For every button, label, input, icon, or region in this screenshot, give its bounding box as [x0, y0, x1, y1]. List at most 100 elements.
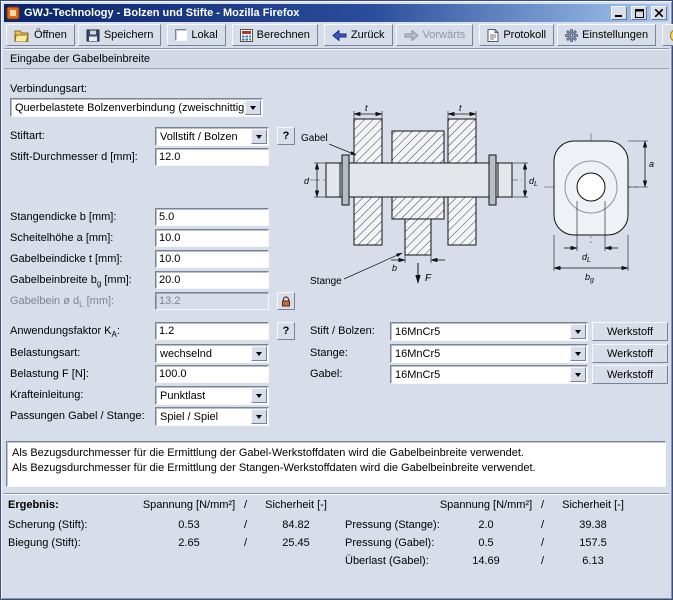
stift-durchmesser-input[interactable]	[155, 148, 269, 166]
material-stange-value: 16MnCr5	[391, 348, 570, 360]
material-gabel-select[interactable]: 16MnCr5	[390, 365, 588, 384]
stiftart-help-button[interactable]: ?	[277, 127, 295, 145]
open-label: Öffnen	[34, 29, 67, 41]
material-stange-select[interactable]: 16MnCr5	[390, 344, 588, 363]
stift-durchmesser-label: Stift-Durchmesser d [mm]:	[10, 151, 138, 163]
dim-label-dl: dL	[529, 176, 538, 188]
material-gabel-label: Gabel:	[310, 368, 342, 380]
result-row-sep: /	[244, 537, 247, 549]
belastungsart-select[interactable]: wechselnd	[155, 344, 269, 363]
local-label: Lokal	[191, 29, 217, 41]
toolbar: Öffnen Speichern Lokal Berechnen	[4, 22, 669, 49]
results-col-spannung-left: Spannung [N/mm²]	[139, 499, 239, 511]
checkbox-icon[interactable]	[175, 29, 187, 41]
maximize-button[interactable]	[631, 6, 647, 20]
gabelbeindicke-input[interactable]	[155, 250, 269, 268]
minimize-button[interactable]	[611, 6, 627, 20]
document-icon	[487, 29, 499, 42]
result-row-spannung: 2.0	[446, 519, 526, 531]
result-row-spannung: 14.69	[446, 555, 526, 567]
chevron-down-icon[interactable]	[570, 324, 586, 339]
gabelbeinbreite-label: Gabelbeinbreite bg [mm]:	[10, 274, 132, 288]
results-col-sicherheit-left: Sicherheit [-]	[256, 499, 336, 511]
material-gabel-value: 16MnCr5	[391, 369, 570, 381]
stiftart-select[interactable]: Vollstift / Bolzen	[155, 127, 269, 146]
calculate-button[interactable]: Berechnen	[232, 24, 318, 46]
open-button[interactable]: Öffnen	[6, 24, 75, 46]
chevron-down-icon[interactable]	[245, 100, 261, 115]
anwendungsfaktor-help-button[interactable]: ?	[277, 322, 295, 340]
belastungsart-value: wechselnd	[156, 348, 251, 360]
info-box: Als Bezugsdurchmesser für die Ermittlung…	[6, 441, 666, 487]
result-row-sep: /	[541, 555, 544, 567]
settings-button[interactable]: Einstellungen	[557, 24, 656, 46]
technical-drawing: F t t d dL b	[296, 103, 671, 315]
chevron-down-icon[interactable]	[251, 409, 267, 424]
stange-part-label: Stange	[310, 276, 342, 287]
save-label: Speichern	[104, 29, 154, 41]
werkstoff-stange-button[interactable]: Werkstoff	[592, 344, 668, 363]
lock-icon	[281, 296, 291, 307]
protocol-label: Protokoll	[503, 29, 546, 41]
gabel-part-label: Gabel	[301, 133, 328, 144]
result-row-label: Überlast (Gabel):	[345, 555, 429, 567]
result-row-sicherheit: 84.82	[256, 519, 336, 531]
results-col-sep-left: /	[244, 499, 247, 511]
passungen-label: Passungen Gabel / Stange:	[10, 410, 145, 422]
chevron-down-icon[interactable]	[251, 346, 267, 361]
chevron-down-icon[interactable]	[251, 129, 267, 144]
local-checkbox[interactable]: Lokal	[167, 24, 225, 46]
passungen-select[interactable]: Spiel / Spiel	[155, 407, 269, 426]
results-col-sep-right: /	[541, 499, 544, 511]
dim-label-f: F	[425, 273, 432, 284]
material-stift-value: 16MnCr5	[391, 326, 570, 338]
gabelbeinbreite-input[interactable]	[155, 271, 269, 289]
page-title: Eingabe der Gabelbeinbreite	[4, 49, 669, 69]
info-line-2: Als Bezugsdurchmesser für die Ermittlung…	[12, 461, 660, 476]
result-row-sicherheit: 39.38	[553, 519, 633, 531]
gabelbein-d-input	[155, 292, 269, 310]
werkstoff-stift-button[interactable]: Werkstoff	[592, 322, 668, 341]
back-label: Zurück	[351, 29, 385, 41]
result-row-sicherheit: 157.5	[553, 537, 633, 549]
material-stift-select[interactable]: 16MnCr5	[390, 322, 588, 341]
chevron-down-icon[interactable]	[570, 367, 586, 382]
dim-label-a: a	[649, 159, 654, 169]
app-window: GWJ-Technology - Bolzen und Stifte - Moz…	[0, 0, 673, 600]
stangendicke-input[interactable]	[155, 208, 269, 226]
passungen-value: Spiel / Spiel	[156, 411, 251, 423]
help-button[interactable]: ? Hilfe	[662, 24, 673, 46]
main-content: Verbindungsart: Querbelastete Bolzenverb…	[4, 69, 669, 593]
result-row-sep: /	[541, 537, 544, 549]
forward-button[interactable]: Vorwärts	[396, 24, 474, 46]
krafteinleitung-select[interactable]: Punktlast	[155, 386, 269, 405]
lock-button[interactable]	[277, 292, 295, 310]
window-title: GWJ-Technology - Bolzen und Stifte - Moz…	[24, 7, 607, 19]
forward-label: Vorwärts	[423, 29, 466, 41]
title-bar: GWJ-Technology - Bolzen und Stifte - Moz…	[4, 4, 669, 22]
results-divider	[4, 493, 669, 495]
verbindungsart-select[interactable]: Querbelastete Bolzenverbindung (zweischn…	[10, 98, 263, 117]
back-button[interactable]: Zurück	[324, 24, 393, 46]
material-stange-label: Stange:	[310, 347, 348, 359]
close-button[interactable]	[651, 6, 667, 20]
scheitelhoehe-input[interactable]	[155, 229, 269, 247]
open-folder-icon	[14, 29, 30, 42]
belastung-input[interactable]	[155, 365, 269, 383]
protocol-button[interactable]: Protokoll	[479, 24, 554, 46]
result-row-spannung: 0.5	[446, 537, 526, 549]
back-arrow-icon	[332, 30, 347, 41]
werkstoff-gabel-button[interactable]: Werkstoff	[592, 365, 668, 384]
chevron-down-icon[interactable]	[251, 388, 267, 403]
results-title: Ergebnis:	[8, 499, 59, 511]
result-row-spannung: 0.53	[149, 519, 229, 531]
result-row-sicherheit: 6.13	[553, 555, 633, 567]
dim-label-t-right: t	[459, 103, 462, 113]
verbindungsart-value: Querbelastete Bolzenverbindung (zweischn…	[11, 102, 245, 114]
anwendungsfaktor-input[interactable]	[155, 322, 269, 340]
material-stift-label: Stift / Bolzen:	[310, 325, 375, 337]
chevron-down-icon[interactable]	[570, 346, 586, 361]
scheitelhoehe-label: Scheitelhöhe a [mm]:	[10, 232, 113, 244]
belastung-label: Belastung F [N]:	[10, 368, 89, 380]
save-button[interactable]: Speichern	[78, 24, 162, 46]
